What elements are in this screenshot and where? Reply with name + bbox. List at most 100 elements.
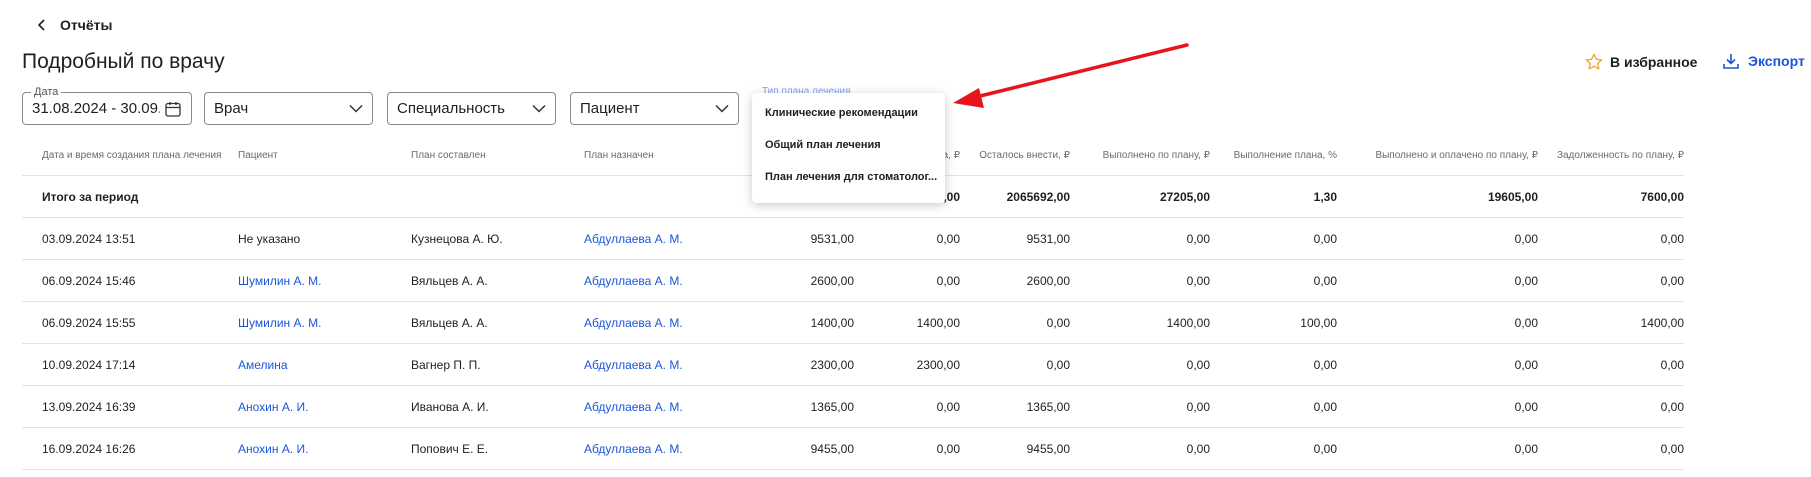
assigned-doctor-link[interactable]: Абдуллаева А. М. [584, 386, 754, 427]
assigned-doctor-link[interactable]: Абдуллаева А. М. [584, 428, 754, 469]
patient-select-value: Пациент [580, 100, 640, 117]
chevron-down-icon [715, 104, 729, 113]
chevron-down-icon [532, 104, 546, 113]
date-range-field[interactable]: Дата 31.08.2024 - 30.09.2024 [22, 85, 192, 125]
table-cell: 0,00 [1046, 315, 1070, 330]
table-cell: 0,00 [936, 441, 960, 456]
column-header: Выполнение плана, % [1233, 150, 1337, 161]
total-value: 27205,00 [1159, 189, 1210, 204]
table-cell: 1400,00 [1640, 315, 1684, 330]
page-title: Подробный по врачу [22, 50, 225, 73]
table-cell: 0,00 [1660, 441, 1684, 456]
table-cell: Кузнецова А. Ю. [411, 231, 503, 246]
table-cell: 100,00 [1300, 315, 1337, 330]
patient-cell[interactable]: Шумилин А. М. [238, 260, 398, 301]
total-value: 7600,00 [1640, 189, 1684, 204]
export-button[interactable]: Экспорт [1722, 52, 1805, 70]
column-header: План составлен [411, 150, 486, 161]
table-cell: 0,00 [936, 231, 960, 246]
table-cell: 2600,00 [810, 273, 854, 288]
table-cell: 0,00 [1660, 399, 1684, 414]
table-cell: 0,00 [936, 273, 960, 288]
table-cell: 0,00 [1186, 399, 1210, 414]
table-cell: 0,00 [1660, 357, 1684, 372]
favorite-button[interactable]: В избранное [1584, 52, 1697, 72]
download-icon [1723, 54, 1739, 69]
total-value: 2065692,00 [1006, 189, 1070, 204]
date-range-value: 31.08.2024 - 30.09.2024 [32, 100, 160, 117]
table-cell: Вагнер П. П. [411, 357, 481, 372]
table-cell: 0,00 [1313, 273, 1337, 288]
table-row[interactable]: 16.09.2024 16:26 Анохин А. И. Попович Е. Е… [22, 428, 1684, 470]
assigned-doctor-link[interactable]: Абдуллаева А. М. [584, 344, 754, 385]
table-cell: 1400,00 [810, 315, 854, 330]
patient-cell[interactable]: Амелина [238, 344, 398, 385]
table-cell: 0,00 [1186, 441, 1210, 456]
table-cell: 13.09.2024 16:39 [42, 399, 136, 414]
table-cell: 0,00 [1186, 231, 1210, 246]
assigned-doctor-link[interactable]: Абдуллаева А. М. [584, 302, 754, 343]
plan-type-dropdown-menu: Клинические рекомендации Общий план лечен… [752, 93, 945, 203]
table-row[interactable]: 06.09.2024 15:46 Шумилин А. М. Вяльцев А. … [22, 260, 1684, 302]
table-cell: 2300,00 [916, 357, 960, 372]
table-cell: 0,00 [1514, 441, 1538, 456]
table-cell: 06.09.2024 15:46 [42, 273, 136, 288]
table-cell: 10.09.2024 17:14 [42, 357, 136, 372]
table-row[interactable]: 13.09.2024 16:39 Анохин А. И. Иванова А. И… [22, 386, 1684, 428]
date-legend: Дата [31, 85, 62, 99]
table-cell: 2300,00 [810, 357, 854, 372]
patient-cell[interactable]: Анохин А. И. [238, 428, 398, 469]
table-cell: 0,00 [1186, 273, 1210, 288]
calendar-icon[interactable] [164, 100, 182, 118]
table-cell: 2600,00 [1026, 273, 1070, 288]
table-cell: Попович Е. Е. [411, 441, 489, 456]
table-cell: 03.09.2024 13:51 [42, 231, 136, 246]
doctor-select-value: Врач [214, 100, 249, 117]
table-cell: 06.09.2024 15:55 [42, 315, 136, 330]
back-label: Отчёты [60, 17, 113, 33]
chevron-down-icon [349, 104, 363, 113]
table-cell: 0,00 [1514, 357, 1538, 372]
table-row[interactable]: 10.09.2024 17:14 Амелина Вагнер П. П. Абдул… [22, 344, 1684, 386]
chevron-left-icon [37, 19, 45, 31]
table-cell: 0,00 [1313, 231, 1337, 246]
table-row[interactable]: 03.09.2024 13:51 Не указано Кузнецова А. Ю… [22, 218, 1684, 260]
table-cell: 1365,00 [1026, 399, 1070, 414]
table-cell: 0,00 [1313, 441, 1337, 456]
specialty-select[interactable]: Специальность [387, 92, 556, 125]
table-cell: 0,00 [1046, 357, 1070, 372]
table-cell: 9455,00 [1026, 441, 1070, 456]
table-row[interactable]: 06.09.2024 15:55 Шумилин А. М. Вяльцев А. … [22, 302, 1684, 344]
table-cell: Вяльцев А. А. [411, 273, 488, 288]
patient-cell[interactable]: Шумилин А. М. [238, 302, 398, 343]
column-header: Задолженность по плану, ₽ [1556, 150, 1684, 161]
column-header: Выполнено по плану, ₽ [1102, 150, 1210, 161]
table-cell: 0,00 [1514, 399, 1538, 414]
dropdown-option[interactable]: Клинические рекомендации [752, 97, 945, 129]
patient-cell[interactable]: Анохин А. И. [238, 386, 398, 427]
column-header: Осталось внести, ₽ [979, 150, 1070, 161]
table-cell: 1400,00 [916, 315, 960, 330]
table-cell: 0,00 [1514, 315, 1538, 330]
patient-select[interactable]: Пациент [570, 92, 739, 125]
table-cell: 9531,00 [1026, 231, 1070, 246]
dropdown-option[interactable]: План лечения для стоматолог... [752, 161, 945, 193]
column-header: План назначен [584, 150, 654, 161]
column-header: Выполнено и оплачено по плану, ₽ [1375, 150, 1538, 161]
dropdown-option[interactable]: Общий план лечения [752, 129, 945, 161]
table-cell: 0,00 [1514, 273, 1538, 288]
export-label: Экспорт [1748, 53, 1805, 69]
table-cell: 0,00 [936, 399, 960, 414]
table-cell: Иванова А. И. [411, 399, 489, 414]
table-cell: 0,00 [1660, 273, 1684, 288]
table-cell: 1400,00 [1166, 315, 1210, 330]
column-header: Дата и время создания плана лечения [42, 150, 222, 161]
table-cell: 1365,00 [810, 399, 854, 414]
assigned-doctor-link[interactable]: Абдуллаева А. М. [584, 260, 754, 301]
back-link[interactable]: Отчёты [36, 14, 112, 36]
doctor-select[interactable]: Врач [204, 92, 373, 125]
table-cell: 9455,00 [810, 441, 854, 456]
total-label: Итого за период [42, 189, 139, 204]
assigned-doctor-link[interactable]: Абдуллаева А. М. [584, 218, 754, 259]
table-cell: 16.09.2024 16:26 [42, 441, 136, 456]
